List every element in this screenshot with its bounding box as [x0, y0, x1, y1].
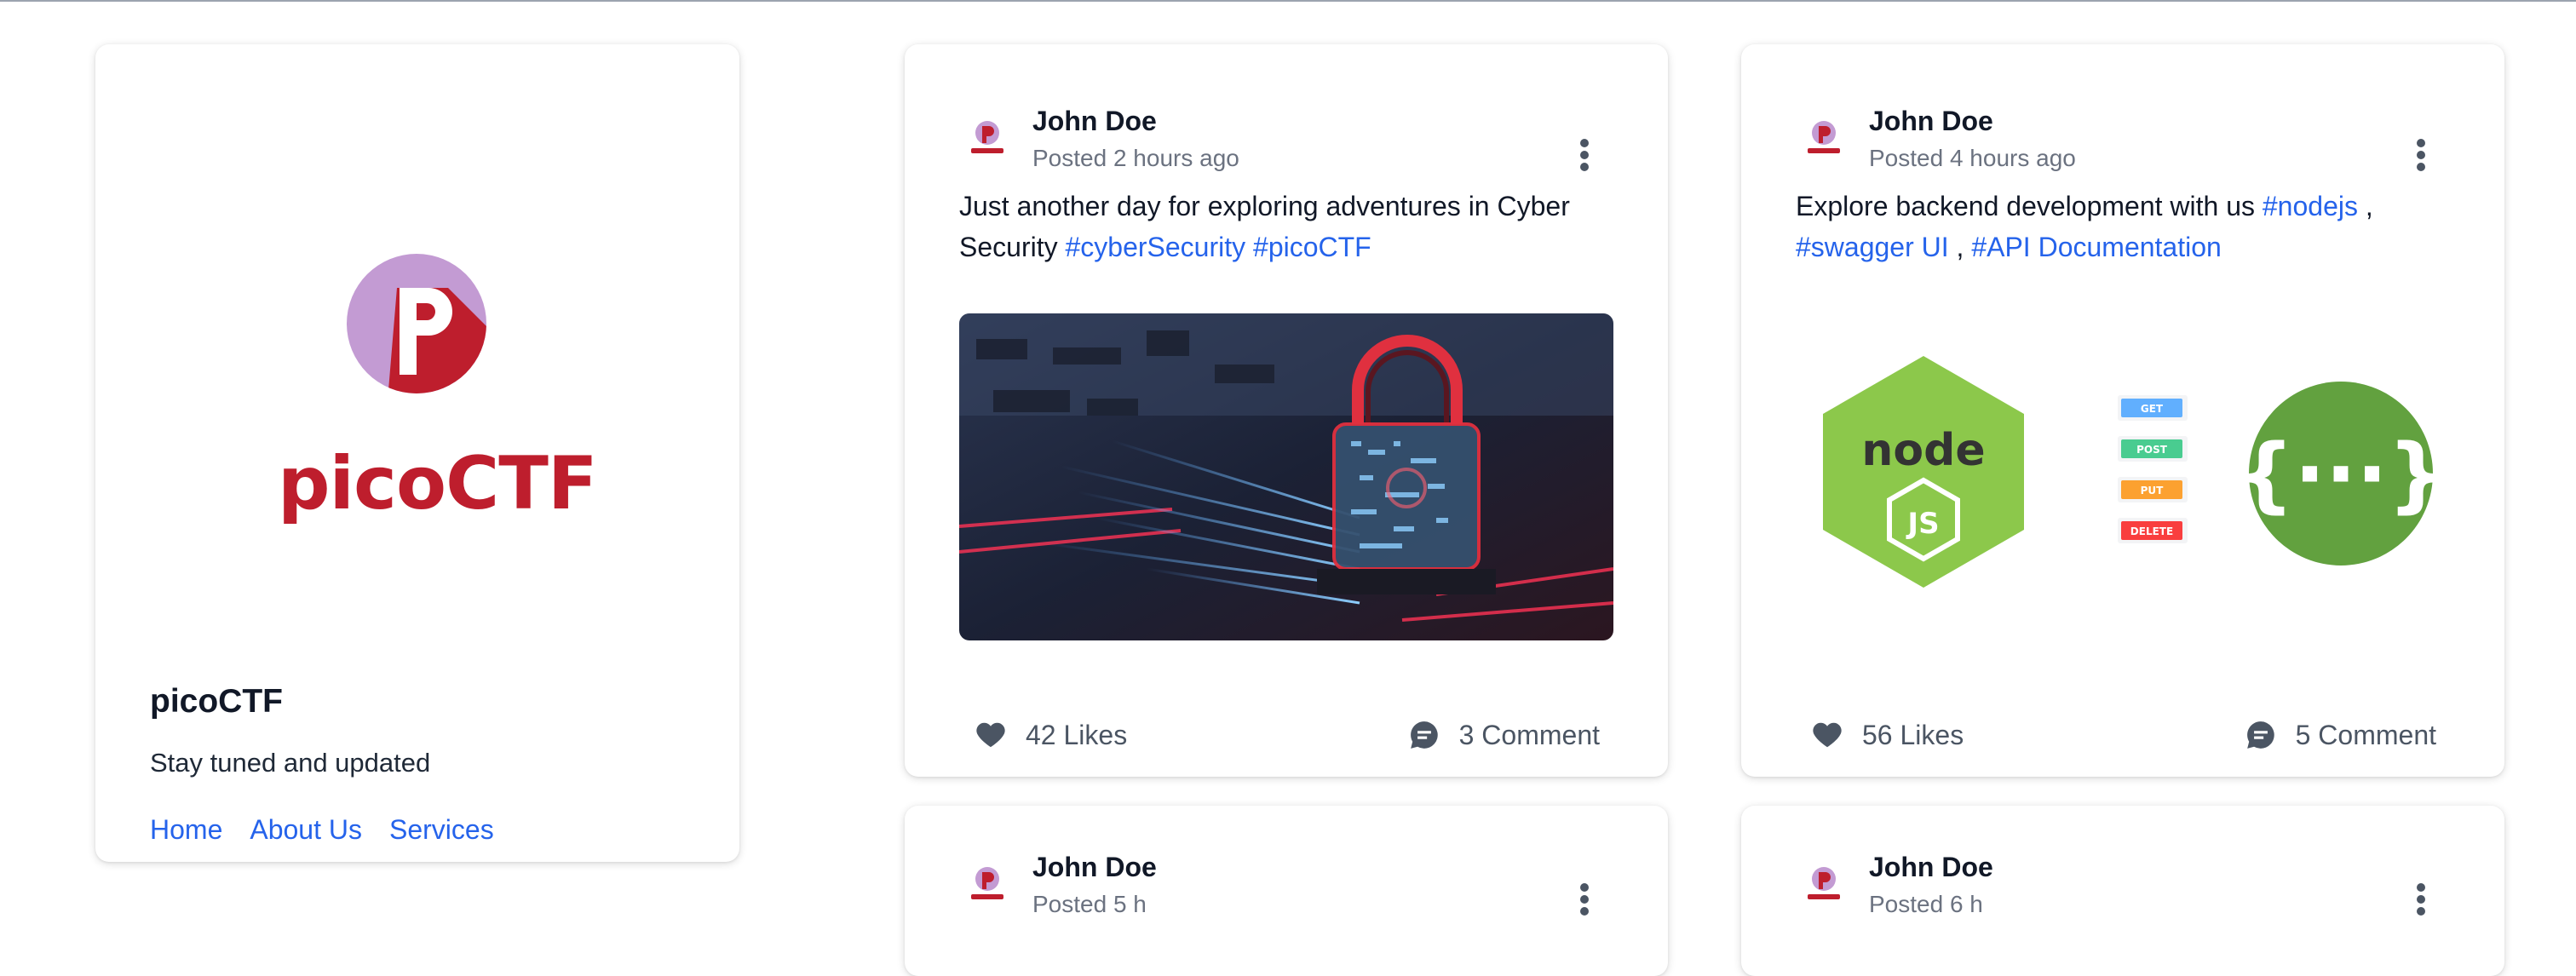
method-get: GET	[2141, 403, 2164, 415]
post-timestamp: Posted 6 h	[1869, 891, 1983, 917]
post-body: Explore backend development with us #nod…	[1796, 186, 2460, 267]
heart-icon	[1813, 722, 1842, 748]
post-timestamp: Posted 5 h	[1032, 891, 1147, 917]
post-header: John Doe Posted 5 h	[959, 850, 1157, 921]
nav-link-about-us[interactable]: About Us	[250, 814, 362, 846]
post-card: John Doe Posted 5 h	[905, 806, 1668, 976]
logo-wordmark: picoCTF	[278, 441, 598, 526]
avatar[interactable]	[1796, 858, 1852, 915]
like-button[interactable]: 42 Likes	[975, 719, 1127, 751]
separator: ,	[2365, 191, 2373, 221]
heart-icon	[976, 722, 1005, 748]
avatar[interactable]	[959, 112, 1015, 169]
hashtag-link[interactable]: #API Documentation	[1971, 232, 2222, 262]
avatar[interactable]	[1796, 112, 1852, 169]
post-image-backend-tools[interactable]: node JS GET POST PUT DELETE {···}	[1796, 313, 2450, 640]
comment-count: 3 Comment	[1458, 719, 1600, 750]
top-border	[0, 0, 2576, 2]
post-footer: 56 Likes 5 Comment	[1811, 719, 2436, 751]
profile-name: picoCTF	[150, 683, 283, 720]
hashtag-link[interactable]: #nodejs	[2263, 191, 2358, 221]
hashtag-link[interactable]: #swagger UI	[1796, 232, 1949, 262]
post-card: John Doe Posted 6 h	[1741, 806, 2504, 976]
more-options-icon[interactable]	[1576, 882, 1593, 916]
comment-button[interactable]: 5 Comment	[2245, 719, 2436, 751]
post-text: Explore backend development with us	[1796, 191, 2255, 221]
post-image-cyber-lock[interactable]	[959, 313, 1613, 640]
post-author[interactable]: John Doe	[1032, 104, 1239, 138]
post-card: John Doe Posted 4 hours ago Explore back…	[1741, 44, 2504, 777]
method-delete: DELETE	[2130, 525, 2173, 537]
nav-link-home[interactable]: Home	[150, 814, 222, 846]
post-header: John Doe Posted 6 h	[1796, 850, 1993, 921]
more-options-icon[interactable]	[1576, 138, 1593, 172]
post-card: John Doe Posted 2 hours ago Just another…	[905, 44, 1668, 777]
more-options-icon[interactable]	[2412, 138, 2429, 172]
method-put: PUT	[2141, 485, 2165, 497]
post-body: Just another day for exploring adventure…	[959, 186, 1624, 267]
post-header: John Doe Posted 2 hours ago	[959, 104, 1239, 175]
comment-button[interactable]: 3 Comment	[1408, 719, 1600, 751]
like-count: 56 Likes	[1862, 719, 1964, 750]
hashtag-link[interactable]: #cyberSecurity	[1065, 232, 1245, 262]
like-count: 42 Likes	[1026, 719, 1128, 750]
post-author[interactable]: John Doe	[1869, 104, 2076, 138]
post-timestamp: Posted 2 hours ago	[1032, 145, 1239, 171]
post-header: John Doe Posted 4 hours ago	[1796, 104, 2076, 175]
more-options-icon[interactable]	[2412, 882, 2429, 916]
js-label: JS	[1906, 507, 1939, 541]
comment-icon	[1410, 721, 1438, 749]
profile-card: picoCTF picoCTF Stay tuned and updated H…	[95, 44, 739, 862]
node-wordmark: node	[1861, 425, 1985, 476]
hashtag-link[interactable]: #picoCTF	[1253, 232, 1371, 262]
comment-icon	[2246, 721, 2274, 749]
nav-link-services[interactable]: Services	[389, 814, 494, 846]
picoctf-logo: picoCTF	[278, 254, 598, 535]
separator: ,	[1956, 232, 1964, 262]
post-timestamp: Posted 4 hours ago	[1869, 145, 2076, 171]
avatar[interactable]	[959, 858, 1015, 915]
profile-nav: Home About Us Services	[150, 814, 494, 846]
comment-count: 5 Comment	[2295, 719, 2436, 750]
post-author[interactable]: John Doe	[1869, 850, 1993, 884]
picoctf-logo-icon	[347, 254, 486, 393]
post-author[interactable]: John Doe	[1032, 850, 1157, 884]
swagger-braces: {···}	[2236, 427, 2446, 522]
backend-tools-image: node JS GET POST PUT DELETE {···}	[1796, 313, 2450, 640]
post-footer: 42 Likes 3 Comment	[975, 719, 1600, 751]
like-button[interactable]: 56 Likes	[1811, 719, 1964, 751]
method-post: POST	[2136, 444, 2168, 456]
profile-tagline: Stay tuned and updated	[150, 748, 431, 778]
cyber-lock-image	[959, 313, 1613, 640]
